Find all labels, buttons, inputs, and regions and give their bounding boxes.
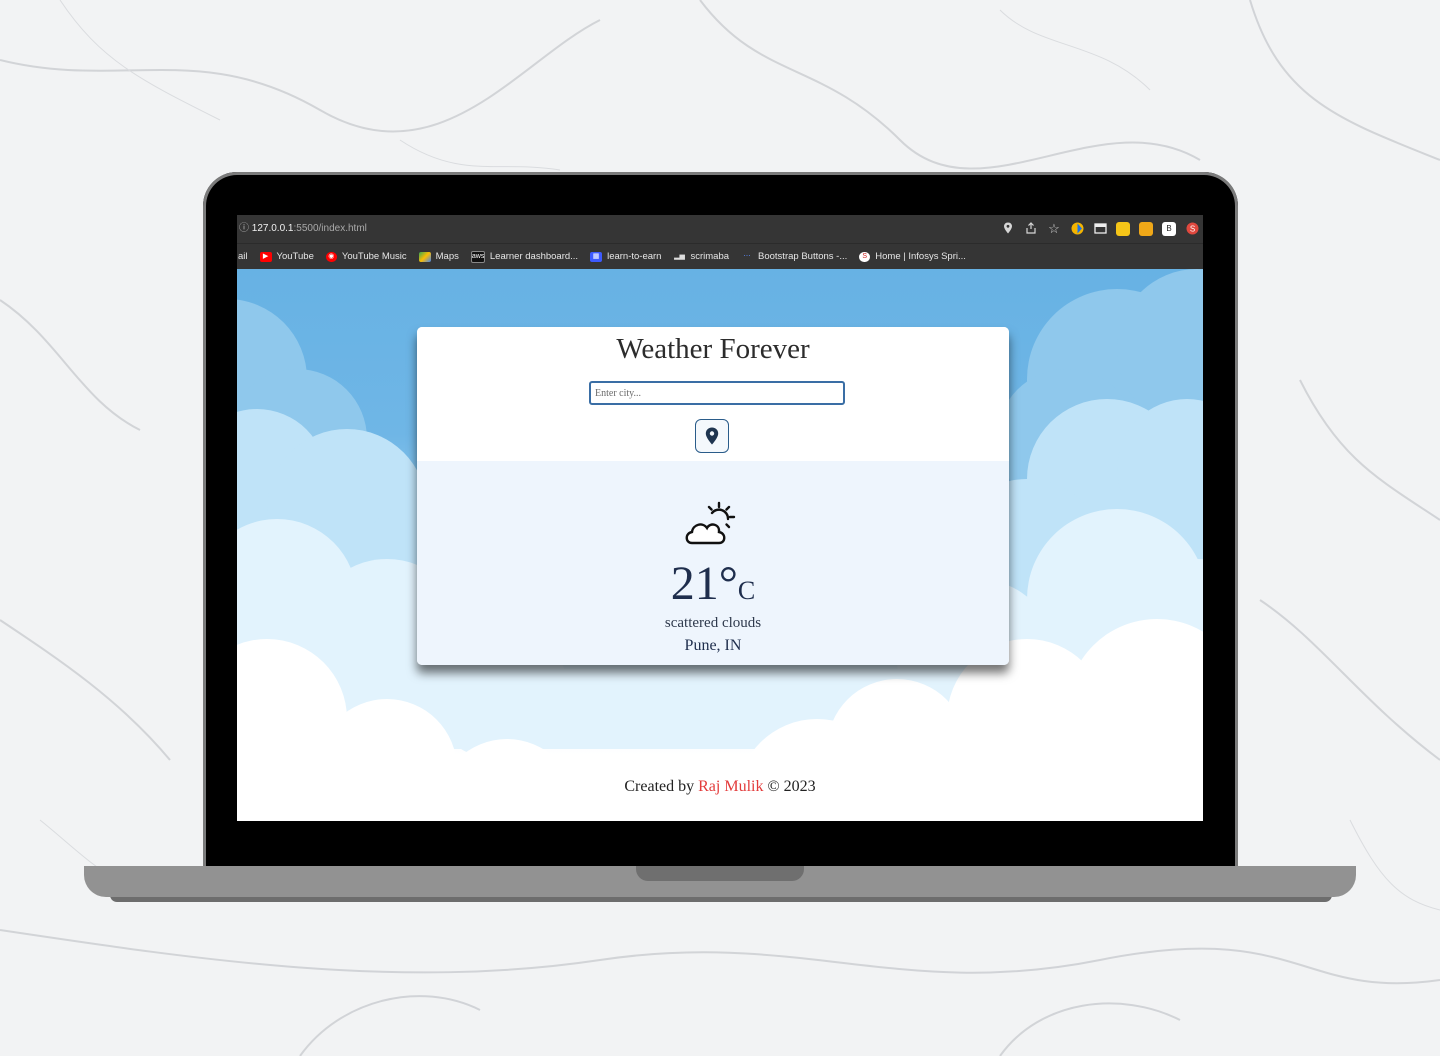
youtube-icon: ▶ [259,251,272,262]
temperature-unit: C [737,576,756,605]
bookmark-label: Maps [435,251,459,262]
bookmark-learn-to-earn[interactable]: ▦ learn-to-earn [590,251,661,262]
extension-red-icon[interactable]: S [1185,222,1199,236]
weather-result-panel: 21°C scattered clouds Pune, IN [417,461,1009,665]
extension-window-icon[interactable] [1093,222,1107,236]
app-title: Weather Forever [616,333,810,365]
bookmark-maps[interactable]: Maps [418,251,459,262]
info-icon[interactable]: ⓘ [239,223,249,234]
star-icon[interactable]: ☆ [1047,222,1061,236]
bookmark-label: YouTube [276,251,314,262]
weather-card-header: Weather Forever [417,327,1009,461]
city-search-input[interactable] [589,381,845,405]
svg-text:S: S [1189,225,1194,234]
bookmark-label: Learner dashboard... [489,251,579,262]
bookmark-label: learn-to-earn [607,251,662,262]
bookmark-bootstrap-buttons[interactable]: ⋯ Bootstrap Buttons -... [741,251,848,262]
youtube-music-icon: ◉ [325,251,337,262]
bookmark-label: Bootstrap Buttons -... [758,251,848,262]
degree-symbol: ° [718,557,738,610]
bootstrap-icon: ⋯ [743,252,751,260]
weather-card: Weather Forever Enter city... 21°C scatt… [417,327,1009,665]
scrimba-icon: ▂▅ [674,252,685,260]
bookmark-label: scrimaba [690,251,730,262]
infosys-icon: S [859,251,871,262]
bookmark-label: Home | Infosys Spri... [875,251,966,262]
bookmark-learner-dashboard[interactable]: aws Learner dashboard... [470,250,579,263]
weather-page: Weather Forever Enter city... 21°C scatt… [237,269,1203,821]
browser-address-bar: ⓘ 127.0.0.1:5500/index.html ☆ B S [237,215,1203,243]
bookmark-youtube-music[interactable]: ◉ YouTube Music [325,251,407,262]
temperature-display: 21°C [417,557,1009,618]
bookmark-label: YouTube Music [341,251,407,262]
footer-copyright: © 2023 [767,778,816,795]
footer-prefix: Created by [624,778,695,795]
partly-cloudy-icon [685,501,736,545]
bookmark-gmail[interactable]: ail [238,251,248,262]
extension-note-icon[interactable] [1116,222,1130,236]
url-path: :5500/index.html [293,223,367,234]
weather-description: scattered clouds [664,615,762,631]
extension-b-icon[interactable]: B [1162,222,1176,236]
learn-to-earn-icon: ▦ [590,251,603,262]
location-icon[interactable] [1001,222,1015,236]
location-button[interactable] [695,419,729,453]
laptop-notch [636,866,804,881]
bookmark-label: ail [238,251,248,262]
url-host: 127.0.0.1 [251,223,294,234]
url-field[interactable]: ⓘ 127.0.0.1:5500/index.html [237,220,1039,238]
location-name: Pune, IN [684,637,742,654]
maps-icon [418,251,431,262]
map-pin-icon [705,427,719,445]
bookmarks-bar: ail ▶ YouTube ◉ YouTube Music Maps aws L… [237,243,1203,269]
share-icon[interactable] [1024,222,1038,236]
temperature-value: 21 [670,557,719,610]
bookmark-scrimaba[interactable]: ▂▅ scrimaba [673,251,729,262]
author-link[interactable]: Raj Mulik [698,778,763,795]
bookmark-infosys[interactable]: S Home | Infosys Spri... [859,251,966,262]
extension-compass-icon[interactable] [1070,222,1084,236]
extension-orange-icon[interactable] [1139,222,1153,236]
browser-toolbar-icons: ☆ B S [1001,221,1199,237]
laptop-screen: ⓘ 127.0.0.1:5500/index.html ☆ B S ail ▶ … [237,215,1203,821]
aws-icon: aws [470,250,485,263]
footer: Created by Raj Mulik © 2023 [237,778,1203,796]
bookmark-youtube[interactable]: ▶ YouTube [259,251,314,262]
